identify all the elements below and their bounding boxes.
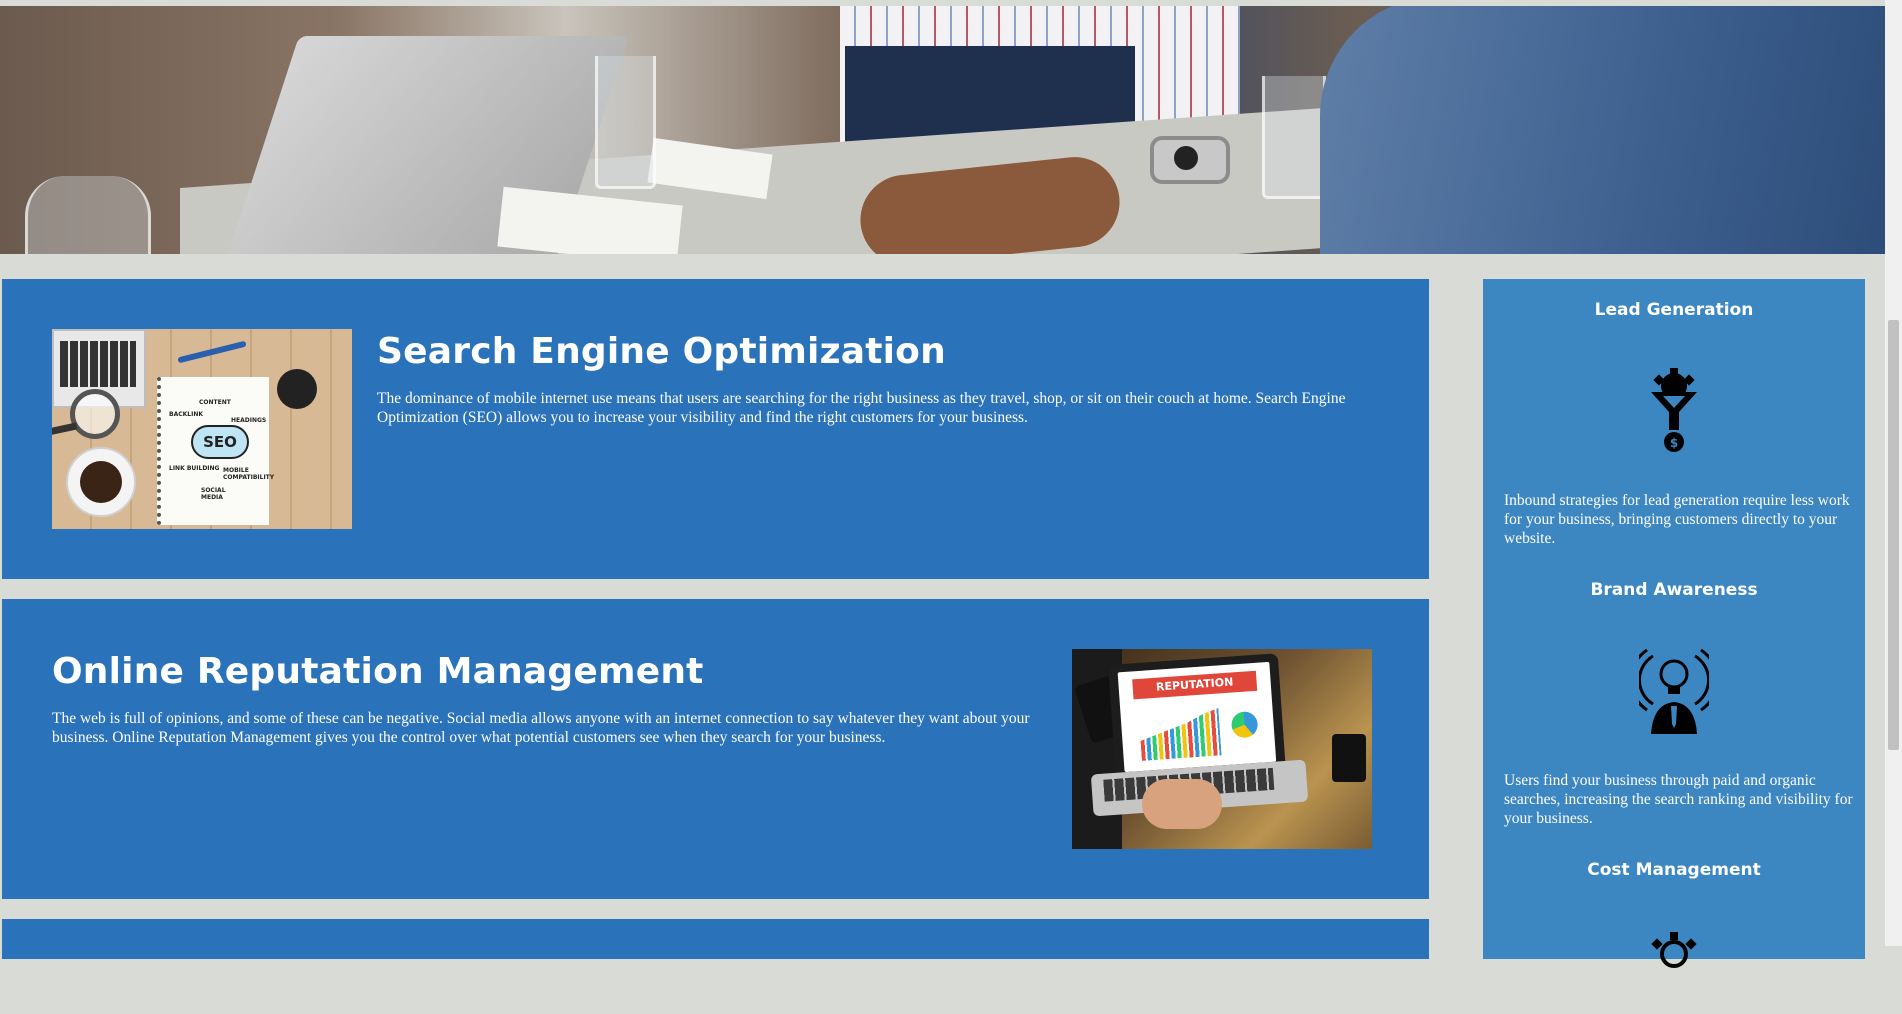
- service-title: Online Reputation Management: [52, 651, 704, 692]
- coffee-cup-icon: [66, 447, 136, 517]
- vertical-scrollbar[interactable]: [1885, 0, 1902, 946]
- benefits-sidebar: Lead Generation $ Inbound strategies for…: [1483, 279, 1865, 968]
- seo-cloud-label: SEO: [191, 425, 249, 459]
- pencil-cup-icon: [277, 369, 317, 409]
- cost-gear-icon: [1651, 932, 1697, 968]
- brand-lightbulb-icon: [1639, 648, 1709, 734]
- seo-word: LINK BUILDING: [169, 465, 220, 472]
- seo-word: HEADINGS: [231, 417, 267, 424]
- lead-funnel-icon: $: [1651, 368, 1697, 452]
- hero-image: [0, 6, 1885, 254]
- bar-chart-icon: [1138, 705, 1221, 760]
- scrollbar-thumb[interactable]: [1888, 320, 1899, 750]
- service-card-partial: [2, 919, 1429, 959]
- pen-icon: [177, 340, 247, 364]
- service-description: The web is full of opinions, and some of…: [52, 710, 1030, 746]
- seo-word: CONTENT: [199, 399, 231, 406]
- pie-chart-icon: [1230, 710, 1259, 739]
- benefit-title: Cost Management: [1587, 860, 1761, 880]
- page: SEO CONTENT BACKLINK HEADINGS LINK BUILD…: [0, 0, 1902, 968]
- benefit-description: Users find your business through paid an…: [1504, 772, 1853, 827]
- notebook-illustration: SEO CONTENT BACKLINK HEADINGS LINK BUILD…: [157, 377, 275, 525]
- reputation-banner: REPUTATION: [1132, 670, 1258, 700]
- benefit-description: Inbound strategies for lead generation r…: [1504, 492, 1850, 547]
- service-description: The dominance of mobile internet use mea…: [377, 390, 1346, 426]
- svg-text:$: $: [1670, 436, 1678, 450]
- reputation-image: REPUTATION: [1072, 649, 1372, 849]
- benefit-title: Lead Generation: [1594, 300, 1754, 320]
- benefit-title: Brand Awareness: [1590, 580, 1758, 600]
- service-title: Search Engine Optimization: [377, 331, 946, 372]
- mug-icon: [1332, 734, 1366, 782]
- service-card-seo: SEO CONTENT BACKLINK HEADINGS LINK BUILD…: [2, 279, 1429, 579]
- seo-word: SOCIAL MEDIA: [201, 487, 226, 501]
- seo-word: MOBILE COMPATIBILITY: [223, 467, 275, 481]
- seo-word: BACKLINK: [169, 411, 203, 418]
- service-card-reputation: Online Reputation Management The web is …: [2, 599, 1429, 899]
- seo-image: SEO CONTENT BACKLINK HEADINGS LINK BUILD…: [52, 329, 352, 529]
- magnifier-icon: [70, 389, 120, 439]
